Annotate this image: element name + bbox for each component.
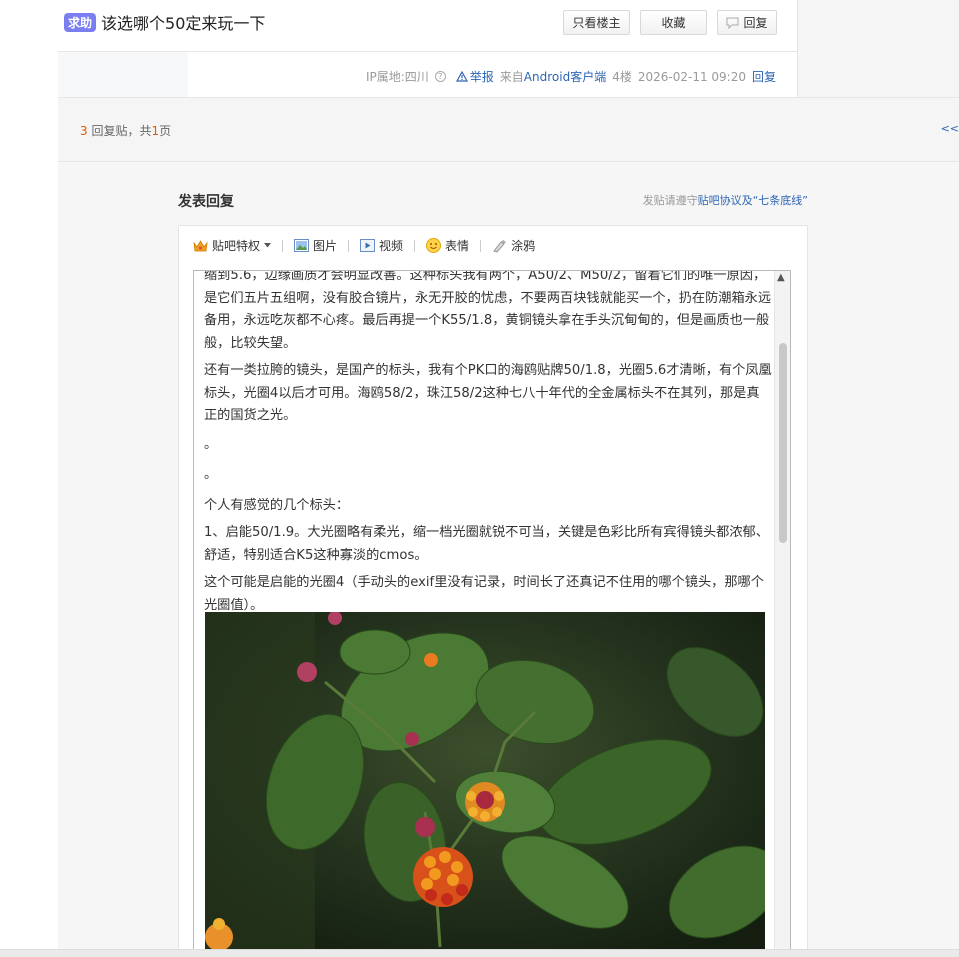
client-info: 来自Android客户端	[500, 68, 606, 85]
emoji-button[interactable]: 表情	[426, 237, 469, 254]
post-meta: IP属地:四川 ? 举报 来自Android客户端 4楼 2026-02-11 …	[366, 68, 776, 85]
pager-bar	[58, 97, 959, 162]
scroll-up-arrow-icon[interactable]: ▲	[777, 272, 785, 283]
ip-location: IP属地:四川	[365, 70, 429, 84]
right-panel	[798, 0, 959, 97]
report-label: 举报	[469, 70, 494, 84]
page-count-number: 1	[151, 124, 160, 138]
editor-content[interactable]: 缩到5.6，边缘画质才会明显改善。这种标头我有两个，A50/2、M50/2，留着…	[193, 270, 791, 957]
only-op-button[interactable]: 只看楼主	[563, 10, 630, 35]
avatar-column	[58, 52, 188, 97]
reply-top-button[interactable]: 回复	[717, 10, 777, 35]
floor-number: 4楼	[612, 70, 632, 84]
paragraph: 缩到5.6，边缘画质才会明显改善。这种标头我有两个，A50/2、M50/2，留着…	[204, 270, 772, 351]
post-datetime: 2026-02-11 09:20	[637, 69, 746, 84]
pager-prev-link[interactable]: <<	[941, 122, 959, 135]
crown-icon	[193, 239, 208, 251]
toolbar-separator	[348, 239, 350, 252]
paragraph: 还有一类拉胯的镜头，是国产的标头，我有个PK口的海鸥贴牌50/1.8，光圈5.6…	[204, 363, 772, 423]
smiley-icon	[426, 238, 442, 253]
toolbar-separator	[414, 239, 416, 252]
chevron-down-icon	[264, 243, 272, 248]
paragraph: 个人有感觉的几个标头：	[204, 497, 350, 513]
thread-title-row: 求助 该选哪个50定来玩一下	[64, 10, 265, 34]
video-label: 视频	[379, 239, 404, 253]
help-icon[interactable]: ?	[434, 71, 446, 82]
page-count-suffix: 页	[159, 124, 172, 138]
emoji-label: 表情	[445, 239, 470, 253]
client-link[interactable]: Android客户端	[524, 70, 606, 84]
warning-icon	[455, 71, 468, 82]
toolbar-separator	[480, 239, 482, 252]
thread-title: 该选哪个50定来玩一下	[101, 14, 266, 33]
toolbar-separator	[282, 239, 284, 252]
favorite-label: 收藏	[661, 16, 686, 30]
paragraph: 。	[204, 436, 218, 452]
help-tag: 求助	[64, 12, 97, 32]
page: { "thread": { "tag": "求助", "title": "该选哪…	[0, 0, 959, 957]
brush-icon	[493, 239, 507, 252]
editor-toolbar: 贴吧特权 图片 视频 表情 涂鸦	[193, 237, 535, 254]
from-prefix: 来自	[499, 70, 524, 84]
image-button[interactable]: 图片	[294, 237, 337, 254]
paragraph: 1、启能50/1.9。大光圈略有柔光，缩一档光圈就锐不可当，关键是色彩比所有宾得…	[204, 525, 769, 563]
lantana-flower-photo	[205, 612, 765, 956]
paragraph: 这个可能是启能的光圈4（手动头的exif里没有记录，时间长了还真记不住用的哪个镜…	[204, 575, 764, 613]
image-icon	[294, 239, 310, 252]
left-margin	[0, 0, 58, 957]
reply-section-title: 发表回复	[178, 194, 234, 210]
doodle-button[interactable]: 涂鸦	[492, 237, 535, 254]
reply-count-suffix: 回复贴，共	[87, 124, 152, 138]
video-button[interactable]: 视频	[360, 237, 403, 254]
bottom-edge	[0, 949, 959, 957]
scroll-thumb[interactable]	[779, 343, 787, 543]
only-op-label: 只看楼主	[572, 16, 621, 30]
reply-top-label: 回复	[743, 16, 768, 30]
reply-rules-note: 发贴请遵守贴吧协议及“七条底线”	[643, 192, 808, 208]
post-reply-link[interactable]: 回复	[752, 68, 776, 85]
privilege-label: 贴吧特权	[212, 239, 261, 253]
report-link[interactable]: 举报	[455, 68, 494, 85]
reply-count-number: 3	[80, 124, 88, 138]
editor-text: 缩到5.6，边缘画质才会明显改善。这种标头我有两个，A50/2、M50/2，留着…	[204, 270, 772, 622]
flower-image	[205, 612, 765, 956]
reply-note-prefix: 发贴请遵守	[642, 194, 698, 207]
image-label: 图片	[313, 239, 338, 253]
video-icon	[360, 239, 376, 252]
privilege-button[interactable]: 贴吧特权	[193, 237, 272, 254]
reply-count: 3 回复贴，共1页	[80, 122, 171, 139]
editor-scrollbar[interactable]: ▲	[774, 271, 790, 956]
doodle-label: 涂鸦	[511, 239, 536, 253]
favorite-button[interactable]: 收藏	[640, 10, 707, 35]
comment-icon	[726, 17, 739, 29]
paragraph: 。	[204, 467, 218, 482]
rules-link[interactable]: 贴吧协议及“七条底线”	[698, 194, 808, 207]
